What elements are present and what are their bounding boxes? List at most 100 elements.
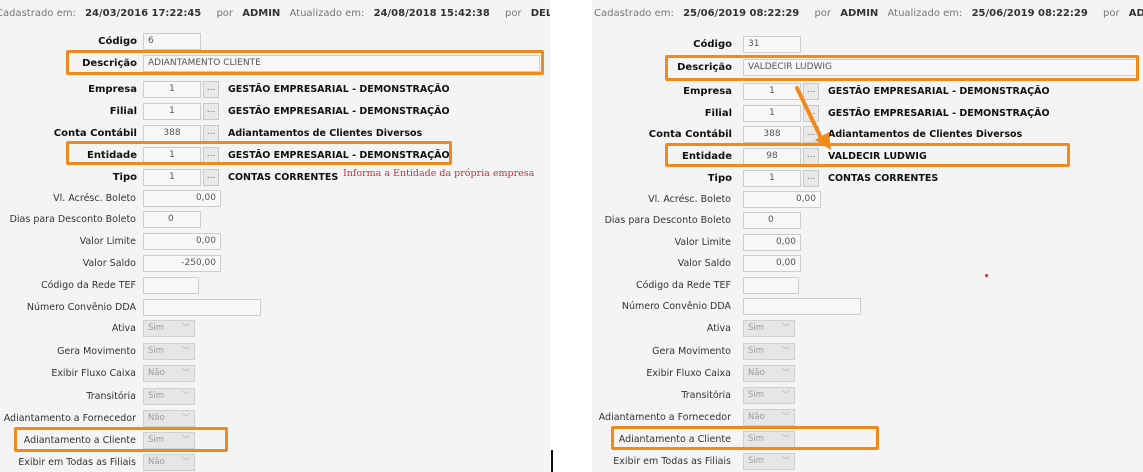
conta-contabil-lookup-button[interactable]: ... <box>203 125 219 142</box>
adiant-cliente-row: Adiantamento a Cliente Sim ﹀ <box>592 430 1143 452</box>
rede-tef-label: Código da Rede TEF <box>635 280 731 291</box>
transitoria-row: Transitória Sim ﹀ <box>0 387 550 409</box>
tipo-lookup-button[interactable]: ... <box>203 169 219 186</box>
fluxo-caixa-label: Exibir Fluxo Caixa <box>51 368 136 379</box>
convenio-dda-field[interactable] <box>143 299 261 316</box>
empresa-field[interactable]: 1 <box>143 81 201 98</box>
chevron-down-icon: ﹀ <box>782 434 790 443</box>
gera-movimento-select[interactable]: Sim ﹀ <box>143 343 195 360</box>
adiant-cliente-value: Sim <box>148 435 165 445</box>
descricao-label: Descrição <box>677 62 732 73</box>
updated-value: 25/06/2019 08:22:29 <box>971 8 1088 19</box>
rede-tef-label: Código da Rede TEF <box>40 280 136 291</box>
descricao-field[interactable]: ADIANTAMENTO CLIENTE <box>143 55 540 72</box>
fluxo-caixa-value: Não <box>148 368 165 378</box>
descricao-field[interactable]: VALDECIR LUDWIG <box>743 59 1139 76</box>
valor-limite-field[interactable]: 0,00 <box>143 233 221 250</box>
filial-field[interactable]: 1 <box>143 103 201 120</box>
acresc-boleto-label: Vl. Acrésc. Boleto <box>53 193 136 204</box>
conta-contabil-row: Conta Contábil 388 ... Adiantamentos de … <box>0 124 550 146</box>
adiant-fornecedor-select[interactable]: Não ﹀ <box>143 410 195 427</box>
filial-row: Filial 1 ... GESTÃO EMPRESARIAL - DEMONS… <box>592 104 1143 126</box>
codigo-field[interactable]: 6 <box>143 33 201 50</box>
codigo-label: Código <box>98 36 137 47</box>
fluxo-caixa-select[interactable]: Não ﹀ <box>743 365 795 382</box>
updated-value: 24/08/2018 15:42:38 <box>373 8 490 19</box>
valor-limite-field[interactable]: 0,00 <box>743 234 801 251</box>
acresc-boleto-field[interactable]: 0,00 <box>743 191 821 208</box>
fluxo-caixa-label: Exibir Fluxo Caixa <box>646 368 731 379</box>
gera-movimento-select[interactable]: Sim ﹀ <box>743 343 795 360</box>
ellipsis-icon: ... <box>206 127 216 137</box>
adiant-fornecedor-value: Não <box>148 413 165 423</box>
tipo-lookup-button[interactable]: ... <box>803 170 819 187</box>
transitoria-select[interactable]: Sim ﹀ <box>743 387 795 404</box>
dias-desconto-field[interactable]: 0 <box>743 212 801 229</box>
filial-lookup-button[interactable]: ... <box>203 103 219 120</box>
rede-tef-field[interactable] <box>743 277 799 294</box>
dias-desconto-row: Dias para Desconto Boleto 0 <box>0 210 550 232</box>
gera-movimento-row: Gera Movimento Sim ﹀ <box>592 342 1143 364</box>
divider-line <box>551 450 553 472</box>
adiant-cliente-select[interactable]: Sim ﹀ <box>143 432 195 449</box>
ativa-select[interactable]: Sim ﹀ <box>743 320 795 337</box>
todas-filiais-value: Sim <box>748 456 765 466</box>
ativa-row: Ativa Sim ﹀ <box>0 319 550 341</box>
entidade-lookup-button[interactable]: ... <box>203 147 219 164</box>
adiant-fornecedor-label: Adiantamento a Fornecedor <box>3 413 136 424</box>
convenio-dda-label: Número Convênio DDA <box>621 301 731 312</box>
tipo-field[interactable]: 1 <box>143 169 201 186</box>
filial-label: Filial <box>109 106 137 117</box>
codigo-row: Código 31 <box>592 35 1143 57</box>
entidade-field[interactable]: 1 <box>143 147 201 164</box>
acresc-boleto-field[interactable]: 0,00 <box>143 190 221 207</box>
codigo-field[interactable]: 31 <box>743 36 801 53</box>
dias-desconto-field[interactable]: 0 <box>143 211 201 228</box>
todas-filiais-row: Exibir em Todas as Filiais Não ﹀ <box>0 453 550 472</box>
dias-desconto-label: Dias para Desconto Boleto <box>604 215 731 226</box>
created-user: ADMIN <box>242 8 281 19</box>
transitoria-value: Sim <box>148 391 165 401</box>
valor-limite-label: Valor Limite <box>674 237 731 248</box>
descricao-label: Descrição <box>82 58 137 69</box>
conta-contabil-row: Conta Contábil 388 ... Adiantamentos de … <box>592 125 1143 147</box>
filial-label: Filial <box>704 108 732 119</box>
chevron-down-icon: ﹀ <box>782 456 790 465</box>
gera-movimento-value: Sim <box>748 346 765 356</box>
transitoria-select[interactable]: Sim ﹀ <box>143 388 195 405</box>
conta-contabil-label: Conta Contábil <box>648 129 732 140</box>
rede-tef-field[interactable] <box>143 277 199 294</box>
todas-filiais-value: Não <box>148 457 165 467</box>
adiant-cliente-label: Adiantamento a Cliente <box>23 435 136 446</box>
by-label: por <box>814 8 832 19</box>
empresa-lookup-button[interactable]: ... <box>203 81 219 98</box>
form-panel-right: Cadastrado em: 25/06/2019 08:22:29 por A… <box>592 0 1143 472</box>
fluxo-caixa-row: Exibir Fluxo Caixa Não ﹀ <box>0 364 550 386</box>
empresa-description: GESTÃO EMPRESARIAL - DEMONSTRAÇÃO <box>828 86 1050 97</box>
dias-desconto-label: Dias para Desconto Boleto <box>9 214 136 225</box>
ativa-select[interactable]: Sim ﹀ <box>143 320 195 337</box>
updated-user: DELMAR <box>530 8 550 19</box>
adiant-cliente-select[interactable]: Sim ﹀ <box>743 431 795 448</box>
todas-filiais-select[interactable]: Sim ﹀ <box>743 453 795 470</box>
chevron-down-icon: ﹀ <box>782 368 790 377</box>
valor-limite-row: Valor Limite 0,00 <box>0 232 550 254</box>
fluxo-caixa-select[interactable]: Não ﹀ <box>143 365 195 382</box>
gera-movimento-value: Sim <box>148 346 165 356</box>
valor-saldo-field[interactable]: -250,00 <box>143 255 221 272</box>
filial-row: Filial 1 ... GESTÃO EMPRESARIAL - DEMONS… <box>0 102 550 124</box>
valor-saldo-field[interactable]: 0,00 <box>743 255 801 272</box>
valor-saldo-row: Valor Saldo 0,00 <box>592 254 1143 276</box>
todas-filiais-select[interactable]: Não ﹀ <box>143 454 195 471</box>
ellipsis-icon: ... <box>206 171 216 181</box>
adiant-fornecedor-select[interactable]: Não ﹀ <box>743 409 795 426</box>
tipo-field[interactable]: 1 <box>743 170 801 187</box>
adiant-fornecedor-label: Adiantamento a Fornecedor <box>598 412 731 423</box>
form-panel-left: Cadastrado em: 24/03/2016 17:22:45 por A… <box>0 0 550 472</box>
chevron-down-icon: ﹀ <box>182 323 190 332</box>
created-user: ADMIN <box>840 8 879 19</box>
entidade-row: Entidade 1 ... GESTÃO EMPRESARIAL - DEMO… <box>0 146 550 168</box>
convenio-dda-field[interactable] <box>743 298 861 315</box>
gera-movimento-label: Gera Movimento <box>652 346 731 357</box>
conta-contabil-field[interactable]: 388 <box>143 125 201 142</box>
